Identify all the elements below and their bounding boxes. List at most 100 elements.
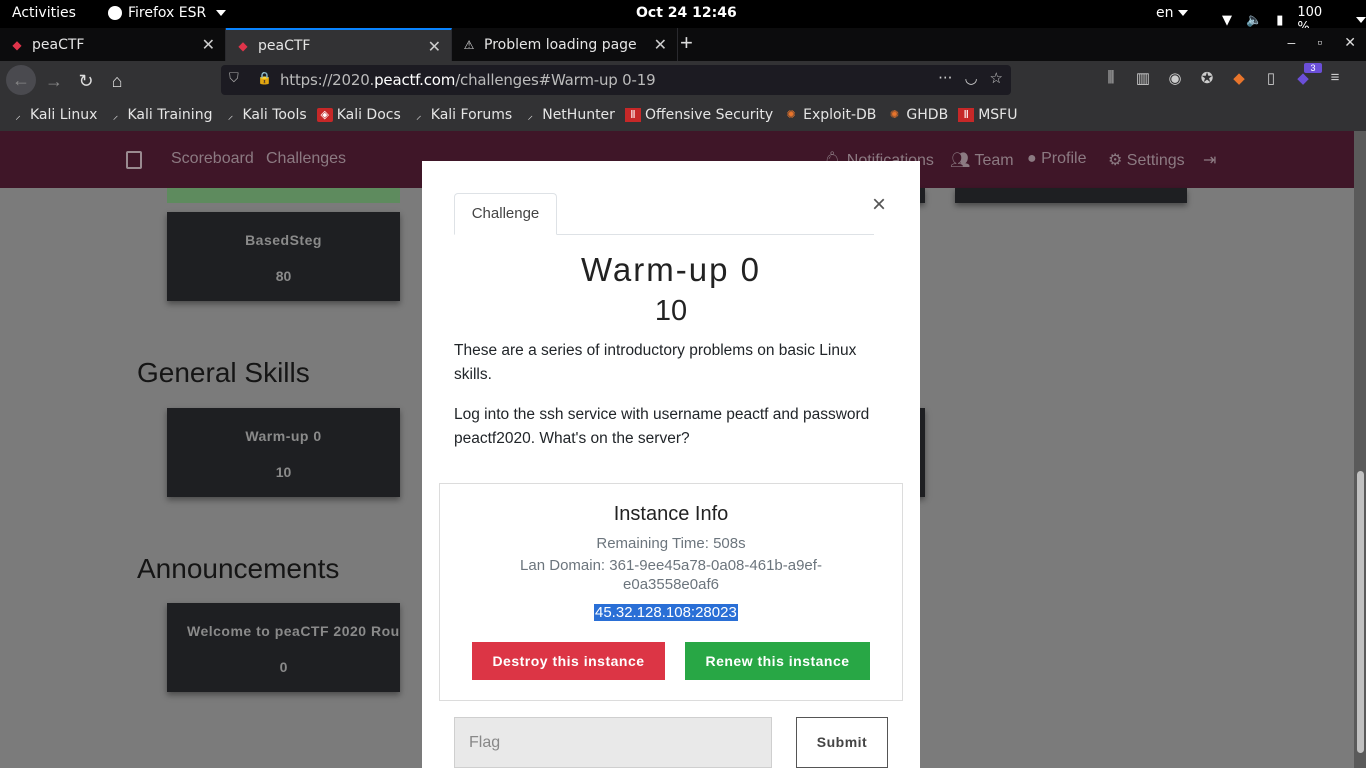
section-general-skills: General Skills <box>137 357 310 388</box>
challenge-card-points: 10 <box>275 464 292 480</box>
kali-dragon-icon: ⸝ <box>227 109 234 122</box>
volume-icon: 🔈 <box>1246 12 1263 28</box>
foxyproxy-icon[interactable]: ◆ <box>1230 69 1248 87</box>
shield-icon[interactable]: ⛉ <box>229 71 239 86</box>
bookmark-label: Kali Forums <box>430 107 513 123</box>
sidebar-icon[interactable]: ▥ <box>1134 69 1152 87</box>
tab-bar: ◆ peaCTF ✕ ◆ peaCTF ✕ ⚠ Problem loading … <box>0 28 1366 61</box>
home-button[interactable]: ⌂ <box>103 67 131 95</box>
scrollbar-thumb[interactable] <box>1357 471 1364 753</box>
bookmark-kali-linux[interactable]: ⸝ Kali Linux <box>10 107 97 123</box>
instance-address[interactable]: 45.32.128.108:28023 <box>594 604 738 621</box>
nav-scoreboard[interactable]: Scoreboard <box>171 150 254 168</box>
announcement-card-welcome[interactable]: Welcome to peaCTF 2020 Round 0 <box>167 603 400 692</box>
language-indicator[interactable]: en <box>1156 5 1188 21</box>
solved-card-edge[interactable] <box>167 188 400 203</box>
announcement-card-title: Welcome to peaCTF 2020 Round <box>187 623 400 639</box>
nav-team[interactable]: 👥︎ Team <box>950 150 1014 170</box>
tab-challenge[interactable]: Challenge <box>454 193 557 235</box>
bookmark-kali-training[interactable]: ⸝ Kali Training <box>107 107 213 123</box>
page-actions-icon[interactable]: ··· <box>938 69 952 87</box>
announcement-card-points: 0 <box>279 659 288 675</box>
destroy-instance-button[interactable]: Destroy this instance <box>472 642 665 680</box>
flag-input[interactable]: Flag <box>454 717 772 768</box>
nav-challenges[interactable]: Challenges <box>266 150 346 168</box>
kali-docs-icon: ◈ <box>316 108 333 122</box>
tab-peactf-2[interactable]: ◆ peaCTF ✕ <box>226 28 452 61</box>
peactf-favicon-icon: ◆ <box>238 38 248 53</box>
bookmark-label: Exploit-DB <box>803 107 877 123</box>
bookmark-kali-forums[interactable]: ⸝ Kali Forums <box>411 107 512 123</box>
users-icon: 👥︎ <box>950 152 971 169</box>
minimize-icon[interactable]: – <box>1288 34 1296 51</box>
nav-profile[interactable]: ● Profile <box>1027 150 1086 168</box>
tab-peactf-1[interactable]: ◆ peaCTF ✕ <box>0 28 226 61</box>
bookmark-exploit-db[interactable]: ✺ Exploit-DB <box>783 107 877 123</box>
activities-button[interactable]: Activities <box>12 5 76 21</box>
submit-button[interactable]: Submit <box>796 717 888 768</box>
logout-icon[interactable]: ⇥ <box>1203 150 1216 170</box>
offsec-icon: Ⅱ <box>958 108 975 122</box>
url-text[interactable]: https://2020.peactf.com/challenges#Warm-… <box>280 71 656 89</box>
bookmark-label: Kali Linux <box>30 107 98 123</box>
bookmark-nethunter[interactable]: ⸝ NetHunter <box>522 107 614 123</box>
remaining-time: Remaining Time: 508s <box>596 535 746 552</box>
bookmark-kali-docs[interactable]: ◈ Kali Docs <box>316 107 401 123</box>
close-icon[interactable]: ✕ <box>202 35 215 54</box>
modal-close-button[interactable]: × <box>872 191 886 219</box>
bookmark-msfu[interactable]: Ⅱ MSFU <box>958 107 1017 123</box>
account-icon[interactable]: ◉ <box>1166 69 1184 87</box>
system-top-bar: Activities Firefox ESR Oct 24 12:46 en ▼… <box>0 0 1366 35</box>
ghdb-icon: ✺ <box>889 108 900 121</box>
chevron-down-icon <box>1177 10 1188 16</box>
mobile-icon[interactable]: ▯ <box>1262 69 1280 87</box>
challenge-card-basedsteg[interactable]: BasedSteg 80 <box>167 212 400 301</box>
gear-icon: ⚙ <box>1108 152 1123 169</box>
maximize-icon[interactable]: ▫ <box>1317 34 1322 51</box>
extension-icon[interactable]: ◆ 3 <box>1294 63 1322 87</box>
tab-title: peaCTF <box>258 37 311 54</box>
library-icon[interactable]: ⫼ <box>1102 69 1120 87</box>
bookmark-label: Offensive Security <box>644 107 774 123</box>
lan-domain: Lan Domain: 361-9ee45a78-0a08-461b-a9ef-… <box>520 557 822 593</box>
forward-button[interactable]: → <box>40 67 68 95</box>
new-tab-button[interactable]: + <box>680 30 693 56</box>
page-scrollbar[interactable] <box>1354 131 1366 768</box>
user-circle-icon: ● <box>1027 150 1037 167</box>
pocket-icon[interactable]: ◡ <box>964 69 977 87</box>
app-name: Firefox ESR <box>128 5 207 21</box>
cookie-icon[interactable]: ✪ <box>1198 69 1216 87</box>
firefox-icon <box>108 6 122 20</box>
description-paragraph: Log into the ssh service with username p… <box>454 406 870 447</box>
reload-button[interactable]: ↻ <box>72 67 100 95</box>
nav-settings[interactable]: ⚙ Settings <box>1108 150 1185 170</box>
peactf-favicon-icon: ◆ <box>12 37 22 52</box>
bookmark-star-icon[interactable]: ☆ <box>990 69 1003 87</box>
menu-icon[interactable]: ≡ <box>1326 69 1344 87</box>
calculator-logo-icon[interactable] <box>126 151 142 169</box>
close-window-icon[interactable]: ✕ <box>1344 34 1356 51</box>
app-menu[interactable]: Firefox ESR <box>108 5 227 21</box>
tab-problem-loading[interactable]: ⚠ Problem loading page ✕ <box>452 28 678 61</box>
bookmark-ghdb[interactable]: ✺ GHDB <box>886 107 948 123</box>
lock-icon[interactable]: 🔒 <box>257 71 272 85</box>
challenge-card-partial[interactable] <box>955 188 1187 203</box>
navigation-toolbar: ← → ↻ ⌂ ⛉ 🔒 https://2020.peactf.com/chal… <box>0 61 1366 99</box>
url-bar[interactable]: ⛉ 🔒 https://2020.peactf.com/challenges#W… <box>221 65 1011 95</box>
challenge-title: Warm-up 0 <box>581 251 761 288</box>
challenge-description: These are a series of introductory probl… <box>454 339 894 467</box>
bookmark-offensive-security[interactable]: Ⅱ Offensive Security <box>624 107 774 123</box>
close-icon[interactable]: ✕ <box>654 35 667 54</box>
url-domain: peactf.com <box>374 71 456 89</box>
back-button[interactable]: ← <box>6 65 36 95</box>
kali-dragon-icon: ⸝ <box>416 109 422 122</box>
renew-instance-button[interactable]: Renew this instance <box>685 642 870 680</box>
description-paragraph: These are a series of introductory probl… <box>454 342 857 383</box>
close-icon[interactable]: ✕ <box>428 37 441 56</box>
challenge-card-title: Warm-up 0 <box>245 428 322 444</box>
bookmark-kali-tools[interactable]: ⸝ Kali Tools <box>222 107 307 123</box>
clock[interactable]: Oct 24 12:46 <box>636 5 737 21</box>
challenge-card-warmup-0[interactable]: Warm-up 0 10 <box>167 408 400 497</box>
bookmarks-toolbar: ⸝ Kali Linux ⸝ Kali Training ⸝ Kali Tools ◈… <box>0 99 1366 131</box>
challenge-modal: Challenge × Warm-up 0 10 These are a ser… <box>422 161 920 768</box>
